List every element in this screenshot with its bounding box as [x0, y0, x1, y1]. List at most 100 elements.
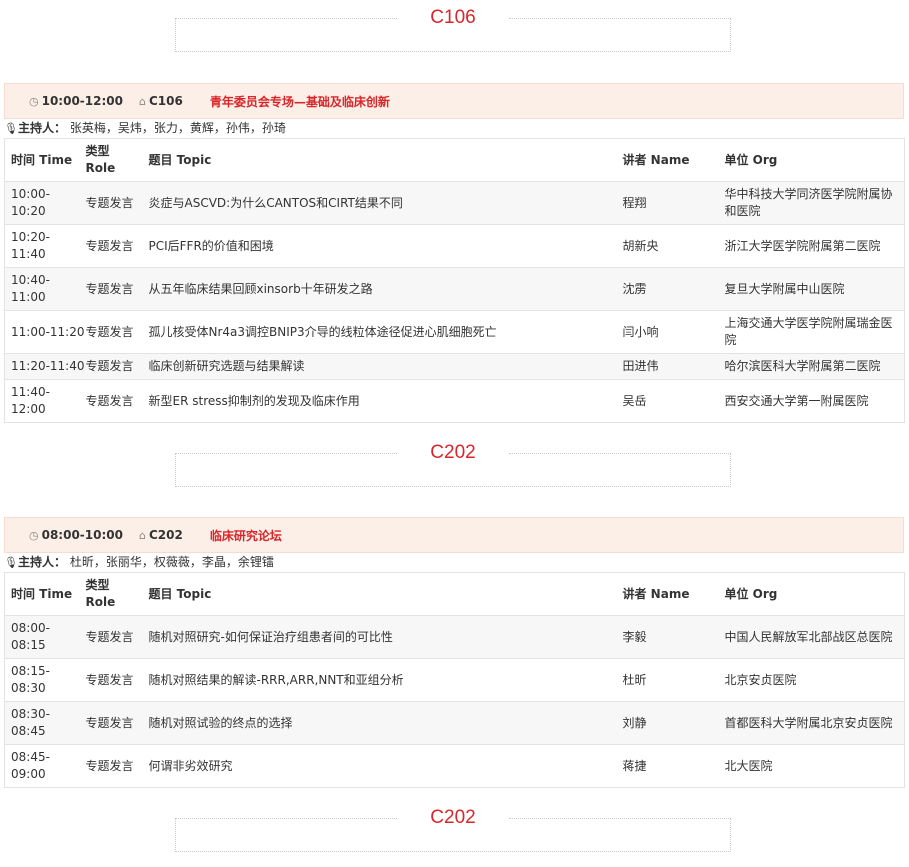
- room-title: C202: [430, 442, 476, 463]
- cell-name: 李毅: [616, 615, 719, 659]
- cell-name: 程翔: [616, 181, 719, 225]
- cell-name: 沈雳: [616, 267, 719, 311]
- cell-topic: 随机对照试验的终点的选择: [142, 701, 617, 745]
- session-block: ◷ 10:00-12:00 ⌂ C106 青年委员会专场—基础及临床创新 🎙主持…: [4, 83, 905, 423]
- session-room: C202: [148, 528, 183, 542]
- cell-org: 复旦大学附属中山医院: [718, 267, 905, 311]
- cell-role: 专题发言: [79, 267, 143, 311]
- session-block: ◷ 08:00-10:00 ⌂ C202 临床研究论坛 🎙主持人： 杜昕，张丽华…: [4, 517, 905, 788]
- table-row: 11:00-11:20 专题发言 孤儿核受体Nr4a3调控BNIP3介导的线粒体…: [4, 310, 905, 354]
- cell-org: 华中科技大学同济医学院附属协和医院: [718, 181, 905, 225]
- home-icon: ⌂: [138, 94, 146, 108]
- table-row: 11:40- 12:00 专题发言 新型ER stress抑制剂的发现及临床作用…: [4, 379, 905, 423]
- cell-topic: 从五年临床结果回顾xinsorb十年研发之路: [142, 267, 617, 311]
- cell-time: 10:40- 11:00: [4, 267, 80, 311]
- cell-org: 哈尔滨医科大学附属第二医院: [718, 353, 905, 380]
- cell-time: 11:40- 12:00: [4, 379, 80, 423]
- hosts-row: 🎙主持人： 杜昕，张丽华，权薇薇，李晶，余锂镭: [4, 553, 904, 572]
- session-title: 青年委员会专场—基础及临床创新: [209, 94, 390, 109]
- cell-role: 专题发言: [79, 310, 143, 354]
- cell-role: 专题发言: [79, 658, 143, 702]
- microphone-icon: 🎙: [4, 556, 18, 569]
- header-org: 单位 Org: [718, 572, 905, 616]
- header-topic: 题目 Topic: [142, 138, 617, 182]
- cell-time: 08:45- 09:00: [4, 744, 80, 788]
- table-row: 10:40- 11:00 专题发言 从五年临床结果回顾xinsorb十年研发之路…: [4, 267, 905, 311]
- cell-time: 10:20- 11:40: [4, 224, 80, 268]
- cell-org: 中国人民解放军北部战区总医院: [718, 615, 905, 659]
- header-topic: 题目 Topic: [142, 572, 617, 616]
- cell-time: 08:30- 08:45: [4, 701, 80, 745]
- cell-name: 杜昕: [616, 658, 719, 702]
- table-row: 08:15- 08:30 专题发言 随机对照结果的解读-RRR,ARR,NNT和…: [4, 658, 905, 702]
- table-header-row: 时间 Time 类型 Role 题目 Topic 讲者 Name 单位 Org: [4, 572, 905, 616]
- cell-org: 上海交通大学医学院附属瑞金医院: [718, 310, 905, 354]
- cell-org: 北大医院: [718, 744, 905, 788]
- program-table: 时间 Time 类型 Role 题目 Topic 讲者 Name 单位 Org …: [4, 572, 905, 788]
- cell-time: 08:15- 08:30: [4, 658, 80, 702]
- cell-topic: 临床创新研究选题与结果解读: [142, 353, 617, 380]
- cell-topic: 孤儿核受体Nr4a3调控BNIP3介导的线粒体途径促进心肌细胞死亡: [142, 310, 617, 354]
- cell-topic: 随机对照研究-如何保证治疗组患者间的可比性: [142, 615, 617, 659]
- cell-org: 首都医科大学附属北京安贞医院: [718, 701, 905, 745]
- cell-role: 专题发言: [79, 181, 143, 225]
- room-title: C106: [430, 7, 476, 28]
- cell-name: 胡新央: [616, 224, 719, 268]
- session-time: 08:00-10:00: [41, 528, 123, 542]
- session-bar: ◷ 08:00-10:00 ⌂ C202 临床研究论坛: [4, 517, 904, 553]
- program-table: 时间 Time 类型 Role 题目 Topic 讲者 Name 单位 Org …: [4, 138, 905, 423]
- cell-topic: 新型ER stress抑制剂的发现及临床作用: [142, 379, 617, 423]
- header-role: 类型 Role: [79, 138, 143, 182]
- cell-time: 11:20-11:40: [4, 353, 85, 380]
- cell-role: 专题发言: [79, 353, 143, 380]
- cell-topic: PCI后FFR的价值和困境: [142, 224, 617, 268]
- hosts-names: 张英梅，吴炜，张力，黄辉，孙伟，孙琦: [69, 121, 286, 135]
- cell-role: 专题发言: [79, 615, 143, 659]
- header-org: 单位 Org: [718, 138, 905, 182]
- cell-time: 10:00- 10:20: [4, 181, 80, 225]
- table-row: 08:45- 09:00 专题发言 何谓非劣效研究 蒋捷 北大医院: [4, 744, 905, 788]
- header-name: 讲者 Name: [616, 572, 719, 616]
- hosts-row: 🎙主持人： 张英梅，吴炜，张力，黄辉，孙伟，孙琦: [4, 119, 904, 138]
- cell-topic: 炎症与ASCVD:为什么CANTOS和CIRT结果不同: [142, 181, 617, 225]
- cell-name: 田进伟: [616, 353, 719, 380]
- room-header-c202-bottom: C202: [175, 807, 731, 852]
- cell-org: 浙江大学医学院附属第二医院: [718, 224, 905, 268]
- room-header-c106: C106: [175, 7, 731, 52]
- cell-time: 11:00-11:20: [4, 310, 85, 354]
- table-row: 10:00- 10:20 专题发言 炎症与ASCVD:为什么CANTOS和CIR…: [4, 181, 905, 225]
- clock-icon: ◷: [29, 94, 39, 108]
- session-bar: ◷ 10:00-12:00 ⌂ C106 青年委员会专场—基础及临床创新: [4, 83, 904, 119]
- header-time: 时间 Time: [4, 138, 80, 182]
- room-title: C202: [430, 807, 476, 828]
- clock-icon: ◷: [29, 528, 39, 542]
- session-title: 临床研究论坛: [209, 528, 282, 543]
- cell-role: 专题发言: [79, 379, 143, 423]
- microphone-icon: 🎙: [4, 122, 18, 135]
- home-icon: ⌂: [138, 528, 146, 542]
- cell-role: 专题发言: [79, 224, 143, 268]
- header-role: 类型 Role: [79, 572, 143, 616]
- table-header-row: 时间 Time 类型 Role 题目 Topic 讲者 Name 单位 Org: [4, 138, 905, 182]
- room-header-c202: C202: [175, 442, 731, 487]
- cell-role: 专题发言: [79, 701, 143, 745]
- cell-name: 吴岳: [616, 379, 719, 423]
- cell-time: 08:00- 08:15: [4, 615, 80, 659]
- table-row: 08:00- 08:15 专题发言 随机对照研究-如何保证治疗组患者间的可比性 …: [4, 615, 905, 659]
- cell-topic: 何谓非劣效研究: [142, 744, 617, 788]
- table-row: 11:20-11:40 专题发言 临床创新研究选题与结果解读 田进伟 哈尔滨医科…: [4, 353, 905, 380]
- table-row: 10:20- 11:40 专题发言 PCI后FFR的价值和困境 胡新央 浙江大学…: [4, 224, 905, 268]
- cell-role: 专题发言: [79, 744, 143, 788]
- cell-topic: 随机对照结果的解读-RRR,ARR,NNT和亚组分析: [142, 658, 617, 702]
- hosts-names: 杜昕，张丽华，权薇薇，李晶，余锂镭: [69, 555, 274, 569]
- session-room: C106: [148, 94, 183, 108]
- session-time: 10:00-12:00: [41, 94, 123, 108]
- cell-name: 闫小响: [616, 310, 719, 354]
- cell-org: 北京安贞医院: [718, 658, 905, 702]
- table-row: 08:30- 08:45 专题发言 随机对照试验的终点的选择 刘静 首都医科大学…: [4, 701, 905, 745]
- header-name: 讲者 Name: [616, 138, 719, 182]
- cell-org: 西安交通大学第一附属医院: [718, 379, 905, 423]
- cell-name: 刘静: [616, 701, 719, 745]
- hosts-label: 主持人：: [17, 121, 66, 135]
- header-time: 时间 Time: [4, 572, 80, 616]
